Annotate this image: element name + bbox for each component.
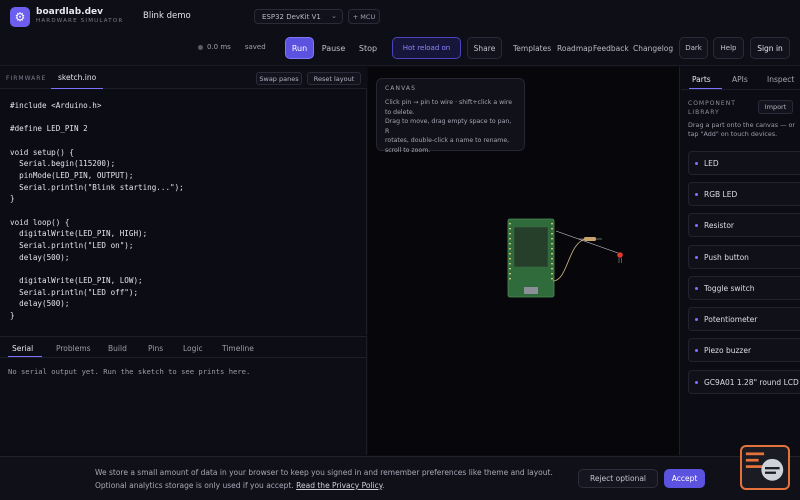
library-title: COMPONENT LIBRARY bbox=[688, 100, 736, 116]
reject-optional-button[interactable]: Reject optional bbox=[578, 469, 658, 488]
part-label: Resistor bbox=[704, 220, 734, 230]
tab-build[interactable]: Build bbox=[108, 344, 127, 353]
support-chat-icon[interactable] bbox=[740, 445, 790, 490]
sim-status: 0.0 ms saved bbox=[198, 40, 266, 54]
run-button[interactable]: Run bbox=[285, 37, 314, 59]
brand-name[interactable]: boardlab.dev bbox=[36, 7, 103, 17]
cookie-line-1: We store a small amount of data in your … bbox=[95, 468, 553, 477]
canvas-help-line: to delete. bbox=[385, 108, 415, 116]
part-push-button[interactable]: Push button bbox=[688, 245, 800, 269]
part-label: Potentiometer bbox=[704, 314, 758, 324]
circuit-drawing[interactable] bbox=[496, 207, 636, 307]
part-resistor[interactable]: Resistor bbox=[688, 213, 800, 237]
part-dot-icon bbox=[695, 287, 698, 290]
cookie-line-2: Optional analytics storage is only used … bbox=[95, 481, 385, 490]
part-piezo-buzzer[interactable]: Piezo buzzer bbox=[688, 338, 800, 362]
wire-to-led[interactable] bbox=[555, 230, 619, 254]
usb-port bbox=[524, 287, 538, 294]
logo-chip-icon[interactable]: ⚙ bbox=[10, 7, 30, 27]
tab-apis[interactable]: APIs bbox=[732, 75, 748, 84]
part-dot-icon bbox=[695, 318, 698, 321]
project-name[interactable]: Blink demo bbox=[143, 11, 191, 21]
cookie-message: We store a small amount of data in your … bbox=[95, 466, 565, 492]
circuit-canvas[interactable]: CANVAS Click pin → pin to wire · shift+c… bbox=[368, 67, 680, 455]
reset-layout-button[interactable]: Reset layout bbox=[307, 72, 361, 85]
code-text[interactable]: #include <Arduino.h> #define LED_PIN 2 v… bbox=[10, 100, 184, 321]
save-status: saved bbox=[244, 43, 266, 51]
nav-changelog[interactable]: Changelog bbox=[633, 44, 673, 53]
hot-reload-toggle[interactable]: Hot reload on bbox=[392, 37, 461, 59]
swap-panes-button[interactable]: Swap panes bbox=[256, 72, 302, 85]
part-dot-icon bbox=[695, 349, 698, 352]
part-potentiometer[interactable]: Potentiometer bbox=[688, 307, 800, 331]
canvas-help-line: rotates, double-click a name to rename, bbox=[385, 137, 510, 144]
output-panel: Serial Problems Build Pins Logic Timelin… bbox=[0, 336, 367, 455]
canvas-help-card: CANVAS Click pin → pin to wire · shift+c… bbox=[376, 78, 525, 154]
cookie-line-2-text: Optional analytics storage is only used … bbox=[95, 481, 294, 490]
tab-inspect[interactable]: Inspect bbox=[767, 75, 794, 84]
tab-sketch-ino[interactable]: sketch.ino bbox=[51, 67, 104, 89]
resistor-part[interactable] bbox=[584, 237, 596, 241]
part-led[interactable]: LED bbox=[688, 151, 800, 175]
add-mcu-button[interactable]: + MCU bbox=[348, 9, 380, 24]
active-tab-indicator bbox=[689, 88, 722, 89]
tab-divider bbox=[0, 357, 367, 358]
import-button[interactable]: Import bbox=[758, 100, 793, 114]
part-label: Toggle switch bbox=[704, 283, 755, 293]
nav-templates[interactable]: Templates bbox=[513, 44, 551, 53]
theme-toggle[interactable]: Dark bbox=[679, 37, 708, 59]
elapsed-time: 0.0 ms bbox=[207, 43, 231, 51]
editor-tabbar: FIRMWARE sketch.ino Swap panes Reset lay… bbox=[0, 67, 367, 89]
tab-divider bbox=[681, 89, 800, 90]
canvas-help-line: Click pin → pin to wire · shift+click a … bbox=[385, 99, 513, 106]
firmware-label: FIRMWARE bbox=[6, 75, 47, 82]
cookie-banner: We store a small amount of data in your … bbox=[0, 456, 800, 500]
part-toggle-switch[interactable]: Toggle switch bbox=[688, 276, 800, 300]
pause-button[interactable]: Pause bbox=[317, 37, 350, 59]
part-label: LED bbox=[704, 158, 719, 168]
active-tab-indicator bbox=[8, 356, 42, 357]
privacy-policy-link[interactable]: Read the Privacy Policy bbox=[296, 481, 382, 490]
accept-button[interactable]: Accept bbox=[664, 469, 705, 488]
board-chip bbox=[513, 226, 549, 268]
part-label: Push button bbox=[704, 252, 749, 262]
canvas-help-line: scroll to zoom. bbox=[385, 146, 431, 154]
part-dot-icon bbox=[695, 162, 698, 165]
part-label: Piezo buzzer bbox=[704, 345, 752, 355]
tab-parts[interactable]: Parts bbox=[692, 75, 711, 84]
tab-logic[interactable]: Logic bbox=[183, 344, 203, 353]
part-dot-icon bbox=[695, 256, 698, 259]
share-button[interactable]: Share bbox=[467, 37, 502, 59]
part-dot-icon bbox=[695, 224, 698, 227]
canvas-help-line: Drag to move, drag empty space to pan, R bbox=[385, 118, 512, 135]
part-rgb-led[interactable]: RGB LED bbox=[688, 182, 800, 206]
code-editor-panel: FIRMWARE sketch.ino Swap panes Reset lay… bbox=[0, 67, 367, 335]
status-dot-icon bbox=[198, 44, 203, 50]
sign-in-button[interactable]: Sign in bbox=[750, 37, 790, 59]
canvas-help-title: CANVAS bbox=[385, 85, 417, 92]
tab-timeline[interactable]: Timeline bbox=[222, 344, 254, 353]
part-round-lcd[interactable]: GC9A01 1.28" round LCD bbox=[688, 370, 800, 394]
chevron-down-icon: ⌄ bbox=[331, 12, 337, 20]
board-select[interactable]: ESP32 DevKit V1 ⌄ bbox=[254, 9, 343, 24]
led-part[interactable] bbox=[617, 252, 623, 258]
nav-roadmap[interactable]: Roadmap bbox=[557, 44, 592, 53]
library-description: Drag a part onto the canvas — or tap "Ad… bbox=[688, 121, 796, 138]
help-button[interactable]: Help bbox=[713, 37, 744, 59]
serial-output: No serial output yet. Run the sketch to … bbox=[8, 367, 251, 376]
tab-pins[interactable]: Pins bbox=[148, 344, 163, 353]
tab-serial[interactable]: Serial bbox=[12, 344, 33, 353]
part-dot-icon bbox=[695, 193, 698, 196]
board-select-value: ESP32 DevKit V1 bbox=[262, 12, 321, 21]
top-header: ⚙ boardlab.dev HARDWARE SIMULATOR Blink … bbox=[0, 0, 800, 66]
part-dot-icon bbox=[695, 381, 698, 384]
stop-button[interactable]: Stop bbox=[353, 37, 383, 59]
tab-problems[interactable]: Problems bbox=[56, 344, 91, 353]
brand-subtitle: HARDWARE SIMULATOR bbox=[36, 18, 124, 24]
wire-to-resistor[interactable] bbox=[552, 238, 587, 282]
part-label: RGB LED bbox=[704, 189, 738, 199]
component-panel: Parts APIs Inspect COMPONENT LIBRARY Imp… bbox=[681, 67, 800, 455]
part-label: GC9A01 1.28" round LCD bbox=[704, 377, 799, 387]
nav-feedback[interactable]: Feedback bbox=[593, 44, 629, 53]
